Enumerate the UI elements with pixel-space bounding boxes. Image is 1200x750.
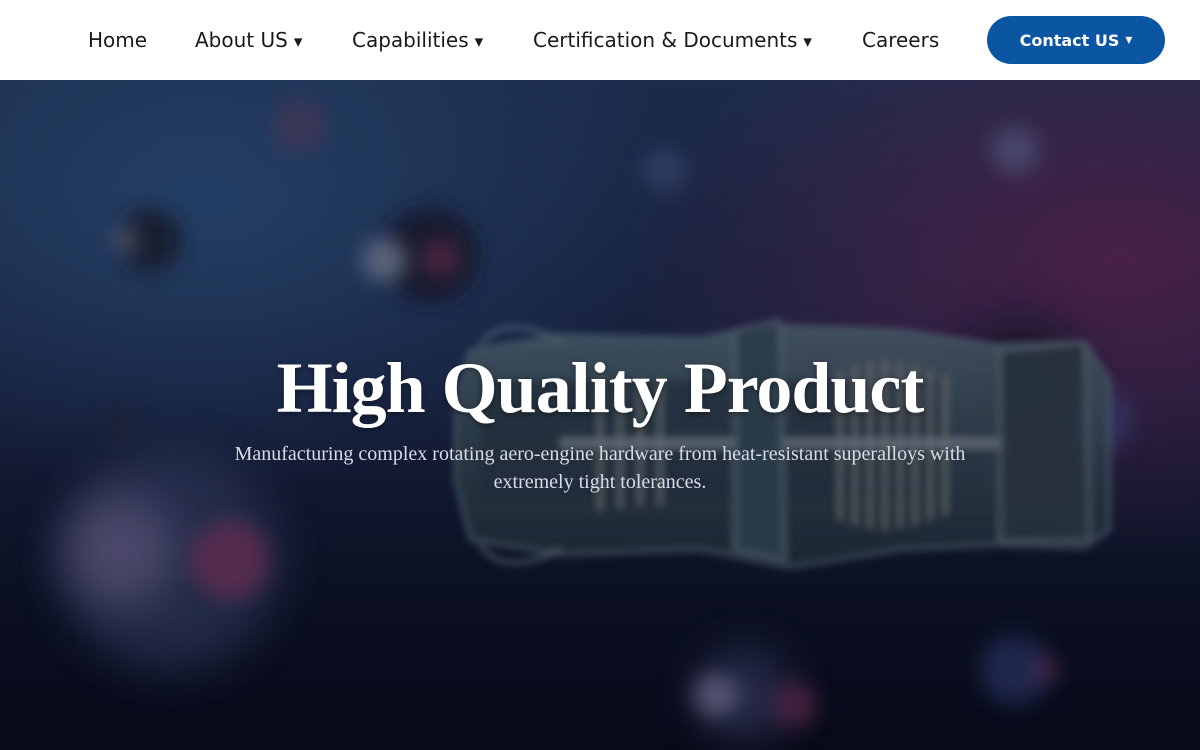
chevron-down-icon: ▾: [1125, 32, 1133, 48]
nav-home-link[interactable]: Home: [88, 0, 147, 80]
nav-home-label: Home: [88, 28, 148, 52]
nav-careers-link[interactable]: Careers: [862, 0, 939, 80]
contact-us-button[interactable]: Contact US ▾: [987, 16, 1165, 64]
nav-capabilities-link[interactable]: Capabilities ▾: [352, 0, 483, 80]
hero-section: High Quality Product Manufacturing compl…: [0, 80, 1200, 750]
nav-careers-label: Careers: [862, 28, 940, 52]
chevron-down-icon: ▾: [293, 32, 303, 52]
chevron-down-icon: ▾: [803, 32, 812, 52]
hero-subtitle: Manufacturing complex rotating aero-engi…: [234, 443, 966, 493]
nav-capabilities-label: Capabilities: [352, 28, 469, 52]
nav-certification-documents-label: Certification & Documents: [533, 28, 798, 52]
nav-about-us-label: About US: [195, 28, 288, 52]
nav-about-us-link[interactable]: About US ▾: [195, 0, 302, 80]
hero-title: High Quality Product: [276, 348, 925, 428]
chevron-down-icon: ▾: [474, 32, 484, 52]
top-navbar: Home About US ▾ Capabilities ▾ Certificati…: [0, 0, 1200, 80]
nav-certification-documents-link[interactable]: Certification & Documents ▾: [533, 0, 812, 80]
contact-us-label: Contact US: [1019, 30, 1120, 50]
